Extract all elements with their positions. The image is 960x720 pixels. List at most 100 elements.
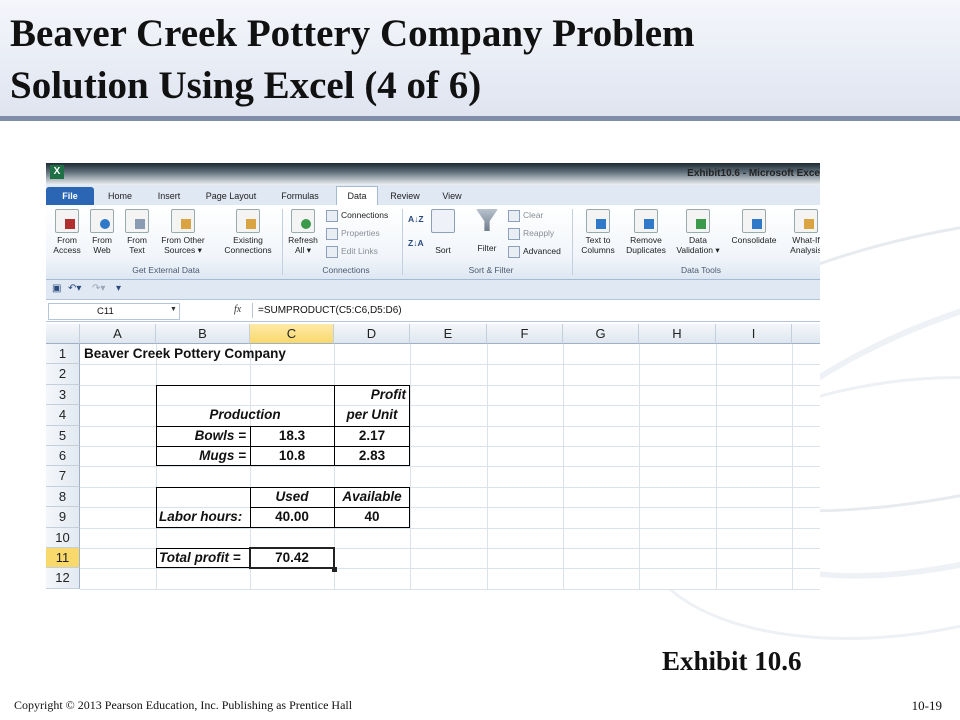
cell-b6[interactable]: Mugs =	[156, 446, 246, 466]
remove-duplicates-button[interactable]: Remove Duplicates	[622, 209, 670, 255]
existing-connections-button[interactable]: Existing Connections	[218, 209, 278, 255]
sort-icon	[431, 209, 455, 233]
consolidate-button[interactable]: Consolidate	[726, 209, 782, 245]
cell-d8[interactable]: Available	[334, 487, 410, 507]
edit-links-button[interactable]: Edit Links	[326, 245, 378, 258]
sort-descending-icon[interactable]: Z↓A	[408, 237, 424, 250]
fill-handle[interactable]	[332, 567, 337, 572]
other-sources-icon	[171, 209, 195, 233]
tab-home[interactable]: Home	[102, 187, 138, 205]
row-header[interactable]: 1	[46, 344, 80, 365]
cell-d3[interactable]: Profit	[334, 385, 406, 405]
copyright-notice: Copyright © 2013 Pearson Education, Inc.…	[14, 698, 353, 712]
from-text-button[interactable]: From Text	[118, 209, 156, 255]
edit-links-icon	[326, 245, 338, 258]
tab-file[interactable]: File	[46, 187, 94, 205]
column-header-d[interactable]: D	[334, 324, 410, 344]
undo-icon[interactable]: ↶▾	[68, 283, 81, 295]
formula-input[interactable]: =SUMPRODUCT(C5:C6,D5:D6)	[252, 303, 820, 318]
row-header[interactable]: 5	[46, 425, 80, 446]
cell-c5[interactable]: 18.3	[250, 426, 334, 446]
active-cell-selection[interactable]	[249, 547, 335, 570]
filter-button[interactable]: Filter	[468, 209, 506, 253]
clear-button[interactable]: Clear	[508, 209, 543, 222]
existing-label-2: Connections	[224, 245, 272, 255]
row-header-selected[interactable]: 11	[46, 548, 80, 569]
column-header-f[interactable]: F	[487, 324, 563, 344]
from-web-button[interactable]: From Web	[83, 209, 121, 255]
save-icon[interactable]: ▣	[52, 283, 61, 295]
row-header[interactable]: 12	[46, 568, 80, 589]
column-header-c[interactable]: C	[250, 324, 334, 344]
reapply-button[interactable]: Reapply	[508, 227, 554, 240]
row-header[interactable]: 7	[46, 466, 80, 487]
tab-review[interactable]: Review	[384, 187, 426, 205]
excel-window: X Exhibit10.6 - Microsoft Exce File Home…	[46, 163, 820, 590]
row-header[interactable]: 10	[46, 527, 80, 548]
name-box-dropdown-icon[interactable]: ▼	[170, 306, 177, 313]
cell-c6[interactable]: 10.8	[250, 446, 334, 466]
from-access-button[interactable]: From Access	[48, 209, 86, 255]
sort-button[interactable]: Sort	[424, 209, 462, 255]
data-validation-button[interactable]: Data Validation ▾	[672, 209, 724, 255]
from-other-sources-button[interactable]: From Other Sources ▾	[154, 209, 212, 255]
gridline	[80, 527, 820, 529]
tab-formulas[interactable]: Formulas	[274, 187, 326, 205]
cell-c9[interactable]: 40.00	[250, 507, 334, 527]
formula-bar: C11 ▼ fx =SUMPRODUCT(C5:C6,D5:D6)	[46, 300, 820, 322]
tab-data[interactable]: Data	[336, 186, 378, 206]
excel-app-icon[interactable]: X	[50, 165, 64, 179]
redo-icon[interactable]: ↷▾	[92, 283, 105, 295]
row-header[interactable]: 6	[46, 446, 80, 467]
select-all-corner[interactable]	[46, 324, 80, 344]
cell-b11[interactable]: Total profit =	[159, 548, 241, 568]
column-header-b[interactable]: B	[156, 324, 250, 344]
column-header-e[interactable]: E	[410, 324, 487, 344]
cell-c8[interactable]: Used	[250, 487, 334, 507]
row-header[interactable]: 4	[46, 405, 80, 426]
from-text-label-2: Text	[129, 245, 145, 255]
column-header-g[interactable]: G	[563, 324, 639, 344]
advanced-button[interactable]: Advanced	[508, 245, 561, 258]
text-to-columns-label-1: Text to	[585, 235, 611, 245]
tab-page-layout[interactable]: Page Layout	[198, 187, 264, 205]
connections-button[interactable]: Connections	[326, 209, 388, 222]
advanced-icon	[508, 245, 520, 258]
customize-icon[interactable]: ▾	[116, 283, 121, 295]
row-header[interactable]: 9	[46, 507, 80, 528]
text-to-columns-button[interactable]: Text to Columns	[576, 209, 620, 255]
sort-label: Sort	[435, 245, 451, 255]
group-separator	[572, 209, 573, 275]
cell-a1[interactable]: Beaver Creek Pottery Company	[84, 344, 286, 364]
column-header-i[interactable]: I	[716, 324, 792, 344]
cell-b4[interactable]: Production	[156, 405, 334, 425]
tab-insert[interactable]: Insert	[149, 187, 189, 205]
cell-d5[interactable]: 2.17	[334, 426, 410, 446]
cell-b9[interactable]: Labor hours:	[159, 507, 242, 527]
tab-view[interactable]: View	[436, 187, 468, 205]
column-header-a[interactable]: A	[80, 324, 156, 344]
row-header[interactable]: 8	[46, 486, 80, 508]
group-label-sort-filter: Sort & Filter	[468, 265, 514, 275]
cell-b5[interactable]: Bowls =	[156, 426, 246, 446]
sort-ascending-icon[interactable]: A↓Z	[408, 213, 424, 226]
what-if-icon	[794, 209, 818, 233]
from-web-label-2: Web	[93, 245, 111, 255]
row-header[interactable]: 3	[46, 384, 80, 406]
edit-links-label: Edit Links	[341, 246, 378, 256]
cell-d4[interactable]: per Unit	[334, 405, 410, 425]
column-header-h[interactable]: H	[639, 324, 716, 344]
cell-d9[interactable]: 40	[334, 507, 410, 527]
insert-function-icon[interactable]: fx	[234, 304, 241, 315]
advanced-label: Advanced	[523, 246, 561, 256]
remove-duplicates-icon	[634, 209, 658, 233]
what-if-analysis-button[interactable]: What-If Analysis	[784, 209, 820, 255]
cell-d6[interactable]: 2.83	[334, 446, 410, 466]
refresh-all-button[interactable]: Refresh All ▾	[284, 209, 322, 255]
properties-button[interactable]: Properties	[326, 227, 380, 240]
column-header-partial[interactable]	[792, 324, 820, 344]
clear-icon	[508, 209, 520, 222]
row-header[interactable]: 2	[46, 364, 80, 385]
slide-title-line-1: Beaver Creek Pottery Company Problem	[10, 12, 695, 55]
name-box[interactable]: C11	[48, 303, 180, 320]
